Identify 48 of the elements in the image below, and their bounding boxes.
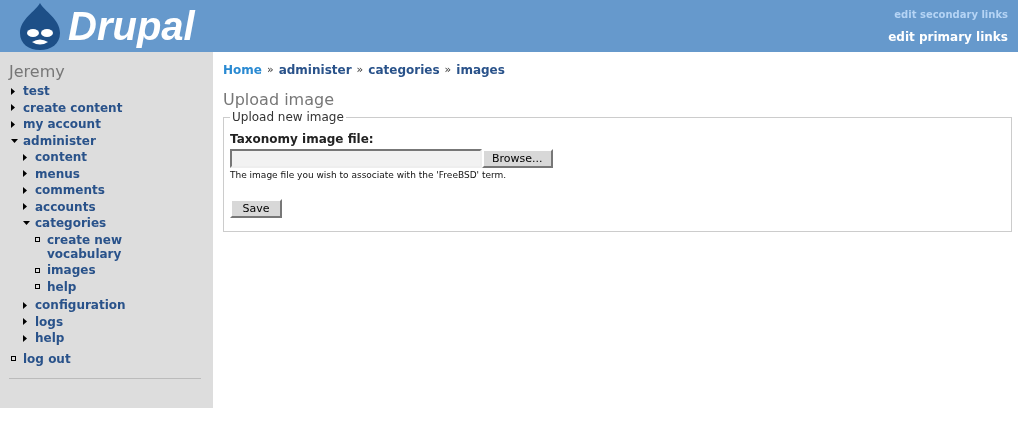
menu-link[interactable]: comments — [35, 183, 105, 197]
menu-link[interactable]: content — [35, 150, 88, 164]
menu-link[interactable]: help — [35, 331, 65, 345]
expanded-arrow-icon — [23, 221, 30, 225]
field-description: The image file you wish to associate with the 'FreeBSD' term. — [230, 169, 508, 182]
breadcrumb-separator: » — [356, 61, 364, 78]
primary-link[interactable]: edit primary links — [888, 27, 1008, 46]
collapsed-arrow-icon — [23, 334, 27, 342]
collapsed-arrow-icon — [11, 104, 15, 111]
breadcrumb-separator: » — [266, 61, 274, 78]
save-button[interactable]: Save — [230, 198, 282, 218]
file-field[interactable] — [230, 149, 482, 168]
field-label: Taxonomy image file: — [230, 131, 375, 148]
menu-link[interactable]: create content — [23, 100, 123, 115]
menu-link[interactable]: my account — [23, 117, 101, 131]
sidebar-title: Jeremy — [9, 62, 66, 82]
menu-link[interactable]: accounts — [35, 199, 96, 214]
breadcrumb-link[interactable]: categories — [368, 61, 440, 79]
browse-button[interactable]: Browse... — [482, 149, 553, 168]
menu-link[interactable]: administer — [23, 133, 96, 148]
square-bullet-icon — [11, 356, 16, 361]
collapsed-arrow-icon — [23, 318, 27, 325]
square-bullet-icon — [35, 284, 40, 289]
menu-link[interactable]: menus — [35, 166, 80, 181]
breadcrumb-separator: » — [444, 61, 452, 78]
menu-link[interactable]: log out — [23, 351, 71, 366]
menu-link[interactable]: categories — [35, 216, 107, 230]
square-bullet-icon — [35, 267, 40, 273]
collapsed-arrow-icon — [23, 301, 27, 309]
collapsed-arrow-icon — [23, 153, 27, 161]
menu-link[interactable]: images — [47, 263, 96, 277]
collapsed-arrow-icon — [11, 120, 15, 128]
collapsed-arrow-icon — [23, 170, 27, 177]
expanded-arrow-icon — [11, 138, 18, 143]
menu-link[interactable]: test — [23, 84, 50, 98]
collapsed-arrow-icon — [11, 87, 15, 95]
fieldset-legend: Upload new image — [230, 108, 346, 126]
square-bullet-icon — [35, 237, 40, 242]
breadcrumb-link[interactable]: images — [456, 61, 505, 79]
collapsed-arrow-icon — [23, 186, 27, 194]
menu-link[interactable]: logs — [35, 314, 64, 329]
collapsed-arrow-icon — [23, 203, 27, 210]
breadcrumb-link[interactable]: administer — [278, 61, 352, 79]
logo-text[interactable]: Drupal — [68, 6, 195, 46]
page-title: Upload image — [223, 90, 335, 110]
breadcrumb-link[interactable]: Home — [223, 61, 262, 79]
menu-link[interactable]: configuration — [35, 298, 126, 312]
menu-link[interactable]: help — [47, 279, 77, 294]
